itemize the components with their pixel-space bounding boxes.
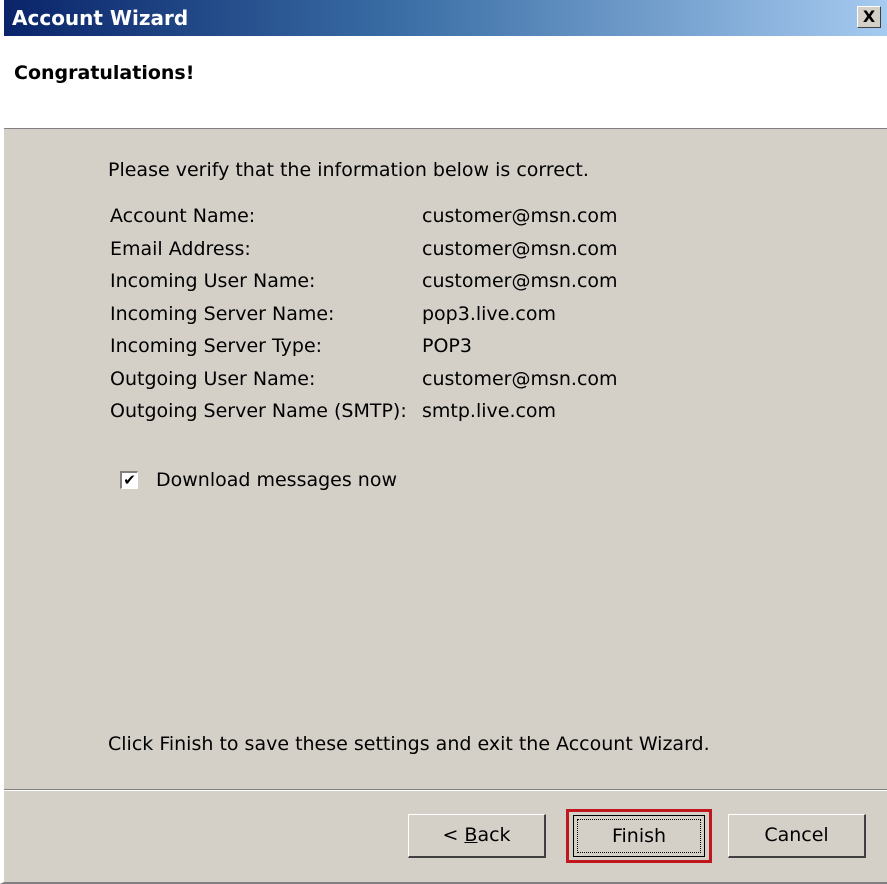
- finish-button[interactable]: Finish: [573, 815, 705, 857]
- summary-value: customer@msn.com: [422, 367, 618, 390]
- back-button[interactable]: < Back: [408, 814, 546, 858]
- back-button-prefix: <: [442, 824, 465, 846]
- window-title: Account Wizard: [12, 6, 189, 30]
- finish-instructions: Click Finish to save these settings and …: [108, 733, 710, 755]
- summary-label: Account Name:: [110, 205, 256, 227]
- summary-label: Outgoing Server Name (SMTP):: [110, 400, 407, 422]
- close-button[interactable]: X: [857, 6, 881, 28]
- summary-label: Email Address:: [110, 237, 251, 260]
- close-icon: X: [862, 7, 876, 26]
- back-button-label: ack: [477, 824, 511, 846]
- cancel-button[interactable]: Cancel: [728, 814, 866, 858]
- button-bar-divider: [4, 789, 887, 791]
- checkmark-icon: ✔: [123, 471, 136, 489]
- summary-value: customer@msn.com: [422, 237, 618, 260]
- summary-value: customer@msn.com: [422, 270, 618, 292]
- finish-button-highlight: Finish: [566, 809, 712, 863]
- summary-value: POP3: [422, 335, 472, 357]
- back-button-accelerator: B: [464, 824, 478, 846]
- page-title: Congratulations!: [14, 62, 195, 84]
- summary-label: Incoming Server Type:: [110, 335, 323, 357]
- account-wizard-window: Account Wizard X Congratulations! Please…: [0, 0, 887, 884]
- download-messages-label[interactable]: Download messages now: [156, 469, 397, 491]
- wizard-content: Please verify that the information below…: [4, 129, 887, 789]
- summary-label: Incoming User Name:: [110, 270, 316, 292]
- summary-value: customer@msn.com: [422, 205, 618, 227]
- download-messages-checkbox[interactable]: ✔: [120, 471, 138, 489]
- title-bar[interactable]: Account Wizard X: [4, 0, 887, 36]
- intro-text: Please verify that the information below…: [108, 159, 589, 181]
- summary-value: pop3.live.com: [422, 302, 556, 325]
- wizard-header: Congratulations!: [4, 36, 887, 129]
- summary-label: Incoming Server Name:: [110, 302, 335, 325]
- summary-value: smtp.live.com: [422, 400, 557, 422]
- summary-label: Outgoing User Name:: [110, 367, 316, 390]
